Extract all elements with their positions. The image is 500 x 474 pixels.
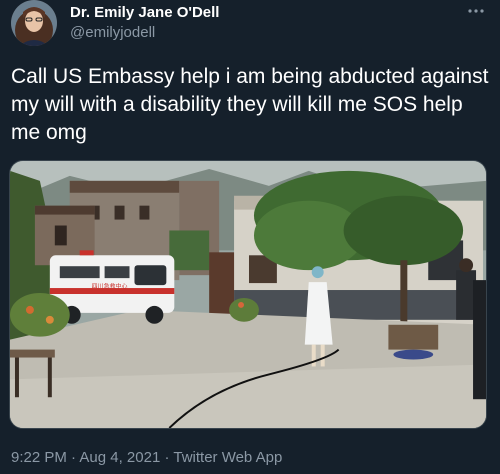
avatar[interactable]: [11, 0, 57, 46]
ambulance-sign: 四川急救中心: [92, 282, 128, 290]
more-options-button[interactable]: [464, 2, 488, 20]
display-name[interactable]: Dr. Emily Jane O'Dell: [70, 4, 219, 22]
tweet-card: Dr. Emily Jane O'Dell @emilyjodell Call …: [0, 0, 500, 474]
tweet-text: Call US Embassy help i am being abducted…: [11, 65, 489, 144]
tweet-photo[interactable]: 四川急救中心: [9, 160, 487, 429]
author-block: Dr. Emily Jane O'Dell @emilyjodell: [70, 4, 219, 42]
tweet-time[interactable]: 9:22 PM: [11, 449, 67, 466]
more-horizontal-icon: [468, 9, 484, 13]
meta-separator: ·: [66, 449, 80, 466]
tweet-meta: 9:22 PM · Aug 4, 2021 · Twitter Web App: [11, 449, 282, 467]
tweet-date[interactable]: Aug 4, 2021: [79, 449, 160, 466]
photo-icon: 四川急救中心: [10, 161, 486, 428]
tweet-source-app: Twitter Web App: [173, 449, 283, 466]
profile-photo-icon: [11, 0, 57, 46]
meta-separator: ·: [160, 449, 174, 466]
user-handle[interactable]: @emilyjodell: [70, 24, 219, 42]
